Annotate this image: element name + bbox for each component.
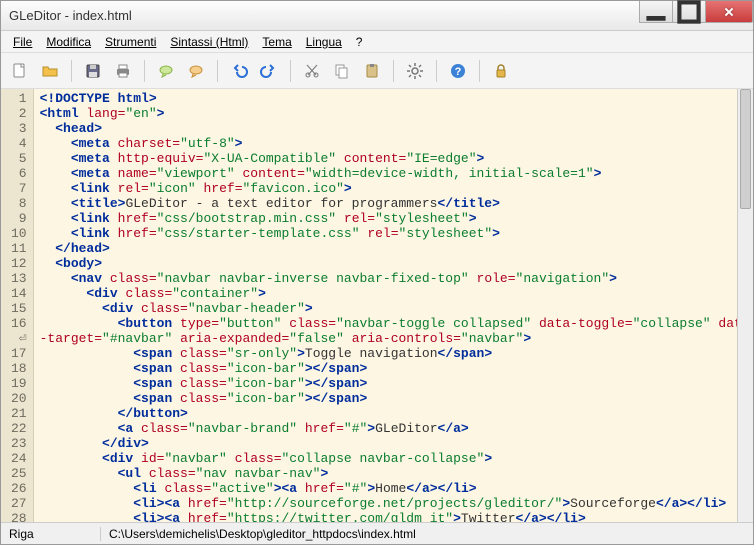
window-title: GLeDitor - index.html <box>9 8 640 23</box>
menu-theme[interactable]: Tema <box>256 33 297 51</box>
statusbar: Riga C:\Users\demichelis\Desktop\gledito… <box>1 522 753 544</box>
separator <box>144 60 145 82</box>
open-file-button[interactable] <box>37 58 63 84</box>
separator <box>217 60 218 82</box>
titlebar: GLeDitor - index.html <box>1 1 753 31</box>
copy-button[interactable] <box>329 58 355 84</box>
menu-file[interactable]: File <box>7 33 38 51</box>
scrollbar-thumb[interactable] <box>740 89 751 209</box>
new-file-button[interactable] <box>7 58 33 84</box>
redo-button[interactable] <box>256 58 282 84</box>
paste-button[interactable] <box>359 58 385 84</box>
status-file-path: C:\Users\demichelis\Desktop\gleditor_htt… <box>101 527 753 541</box>
close-button[interactable] <box>705 1 753 23</box>
status-riga-label: Riga <box>1 527 101 541</box>
menu-tools[interactable]: Strumenti <box>99 33 162 51</box>
menubar: File Modifica Strumenti Sintassi (Html) … <box>1 31 753 53</box>
help-button[interactable]: ? <box>445 58 471 84</box>
toolbar: ? <box>1 53 753 89</box>
separator <box>71 60 72 82</box>
menu-help[interactable]: ? <box>350 33 369 51</box>
minimize-button[interactable] <box>639 1 673 23</box>
code-area[interactable]: <!DOCTYPE html><html lang="en"> <head> <… <box>34 89 753 522</box>
vertical-scrollbar[interactable] <box>737 89 753 522</box>
print-button[interactable] <box>110 58 136 84</box>
comment-button[interactable] <box>153 58 179 84</box>
separator <box>479 60 480 82</box>
separator <box>436 60 437 82</box>
svg-text:?: ? <box>455 66 462 78</box>
line-number-gutter: 12345678910111213141516⏎1718192021222324… <box>1 89 34 522</box>
maximize-button[interactable] <box>672 1 706 23</box>
window-buttons <box>640 1 753 30</box>
menu-lang[interactable]: Lingua <box>300 33 348 51</box>
lock-button[interactable] <box>488 58 514 84</box>
menu-syntax[interactable]: Sintassi (Html) <box>164 33 254 51</box>
editor[interactable]: 12345678910111213141516⏎1718192021222324… <box>1 89 753 522</box>
separator <box>393 60 394 82</box>
separator <box>290 60 291 82</box>
undo-button[interactable] <box>226 58 252 84</box>
cut-button[interactable] <box>299 58 325 84</box>
save-button[interactable] <box>80 58 106 84</box>
settings-button[interactable] <box>402 58 428 84</box>
menu-edit[interactable]: Modifica <box>40 33 97 51</box>
uncomment-button[interactable] <box>183 58 209 84</box>
